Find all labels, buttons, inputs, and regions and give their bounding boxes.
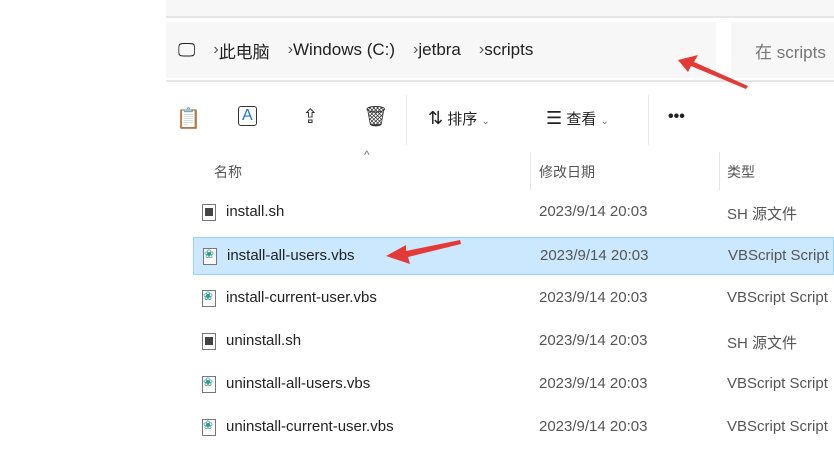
- view-label: 查看: [566, 111, 597, 128]
- file-type: VBScript Script: [728, 247, 829, 264]
- sh-file-icon: [202, 204, 216, 221]
- file-type: SH 源文件: [727, 206, 798, 223]
- paste-icon[interactable]: 📋: [176, 106, 201, 131]
- view-icon: ☰: [546, 108, 563, 128]
- vbs-file-icon: [202, 418, 216, 436]
- file-row[interactable]: install.sh 2023/9/14 20:03 SH 源文件: [193, 194, 834, 232]
- breadcrumb-scripts[interactable]: scripts: [484, 40, 533, 60]
- column-divider[interactable]: [719, 152, 720, 190]
- column-header-row: 名称 ^ 修改日期 类型: [196, 148, 834, 190]
- divider: [166, 80, 834, 82]
- vbs-file-icon: [203, 247, 217, 265]
- chevron-down-icon: ⌄: [481, 116, 490, 127]
- address-bar[interactable]: 🖵 › 此电脑 › Windows (C:) › jetbra › script…: [166, 22, 716, 78]
- vbs-file-icon: [202, 289, 216, 307]
- file-date: 2023/9/14 20:03: [540, 247, 649, 264]
- file-name: uninstall-current-user.vbs: [226, 418, 394, 435]
- search-input[interactable]: 在 scripts: [731, 22, 834, 78]
- chevron-down-icon: ⌄: [600, 116, 609, 127]
- file-date: 2023/9/14 20:03: [539, 418, 648, 435]
- column-divider[interactable]: [530, 152, 531, 190]
- breadcrumb-this-pc[interactable]: 此电脑: [219, 38, 270, 63]
- sh-file-icon: [202, 333, 216, 350]
- file-name: uninstall.sh: [226, 332, 302, 349]
- share-icon[interactable]: ⇪: [302, 104, 319, 129]
- file-type: SH 源文件: [727, 335, 798, 352]
- delete-icon[interactable]: 🗑: [363, 104, 388, 129]
- file-row[interactable]: install-all-users.vbs 2023/9/14 20:03 VB…: [193, 237, 834, 275]
- column-header-name[interactable]: 名称: [214, 162, 242, 182]
- file-row[interactable]: uninstall-all-users.vbs 2023/9/14 20:03 …: [193, 366, 834, 404]
- breadcrumb-windows-c[interactable]: Windows (C:): [293, 40, 395, 60]
- computer-icon: 🖵: [178, 39, 196, 60]
- file-row[interactable]: uninstall.sh 2023/9/14 20:03 SH 源文件: [193, 323, 834, 361]
- divider: [648, 95, 649, 145]
- file-type: VBScript Script: [727, 418, 828, 435]
- view-button[interactable]: ☰ 查看 ⌄: [546, 108, 609, 129]
- file-name: install-all-users.vbs: [227, 247, 355, 264]
- file-date: 2023/9/14 20:03: [539, 289, 648, 306]
- file-row[interactable]: install-current-user.vbs 2023/9/14 20:03…: [193, 280, 834, 318]
- file-type: VBScript Script: [727, 289, 828, 306]
- file-explorer-window: 🖵 › 此电脑 › Windows (C:) › jetbra › script…: [166, 0, 834, 456]
- file-date: 2023/9/14 20:03: [539, 375, 648, 392]
- file-row[interactable]: uninstall-current-user.vbs 2023/9/14 20:…: [193, 409, 834, 447]
- breadcrumb-jetbra[interactable]: jetbra: [418, 40, 461, 60]
- sort-button[interactable]: ⇅ 排序 ⌄: [428, 108, 490, 129]
- file-name: install-current-user.vbs: [226, 289, 377, 306]
- file-type: VBScript Script: [727, 375, 828, 392]
- divider: [406, 95, 407, 145]
- file-date: 2023/9/14 20:03: [539, 203, 648, 220]
- file-name: install.sh: [226, 203, 285, 220]
- rename-icon[interactable]: A: [238, 106, 257, 126]
- sort-ascending-icon: ^: [364, 148, 370, 162]
- column-header-type[interactable]: 类型: [727, 162, 755, 182]
- sort-icon: ⇅: [428, 108, 444, 128]
- file-date: 2023/9/14 20:03: [539, 332, 648, 349]
- sort-label: 排序: [447, 111, 478, 128]
- title-strip: [166, 0, 834, 18]
- vbs-file-icon: [202, 375, 216, 393]
- file-name: uninstall-all-users.vbs: [226, 375, 371, 392]
- more-button[interactable]: •••: [668, 108, 685, 126]
- column-header-date[interactable]: 修改日期: [539, 162, 595, 182]
